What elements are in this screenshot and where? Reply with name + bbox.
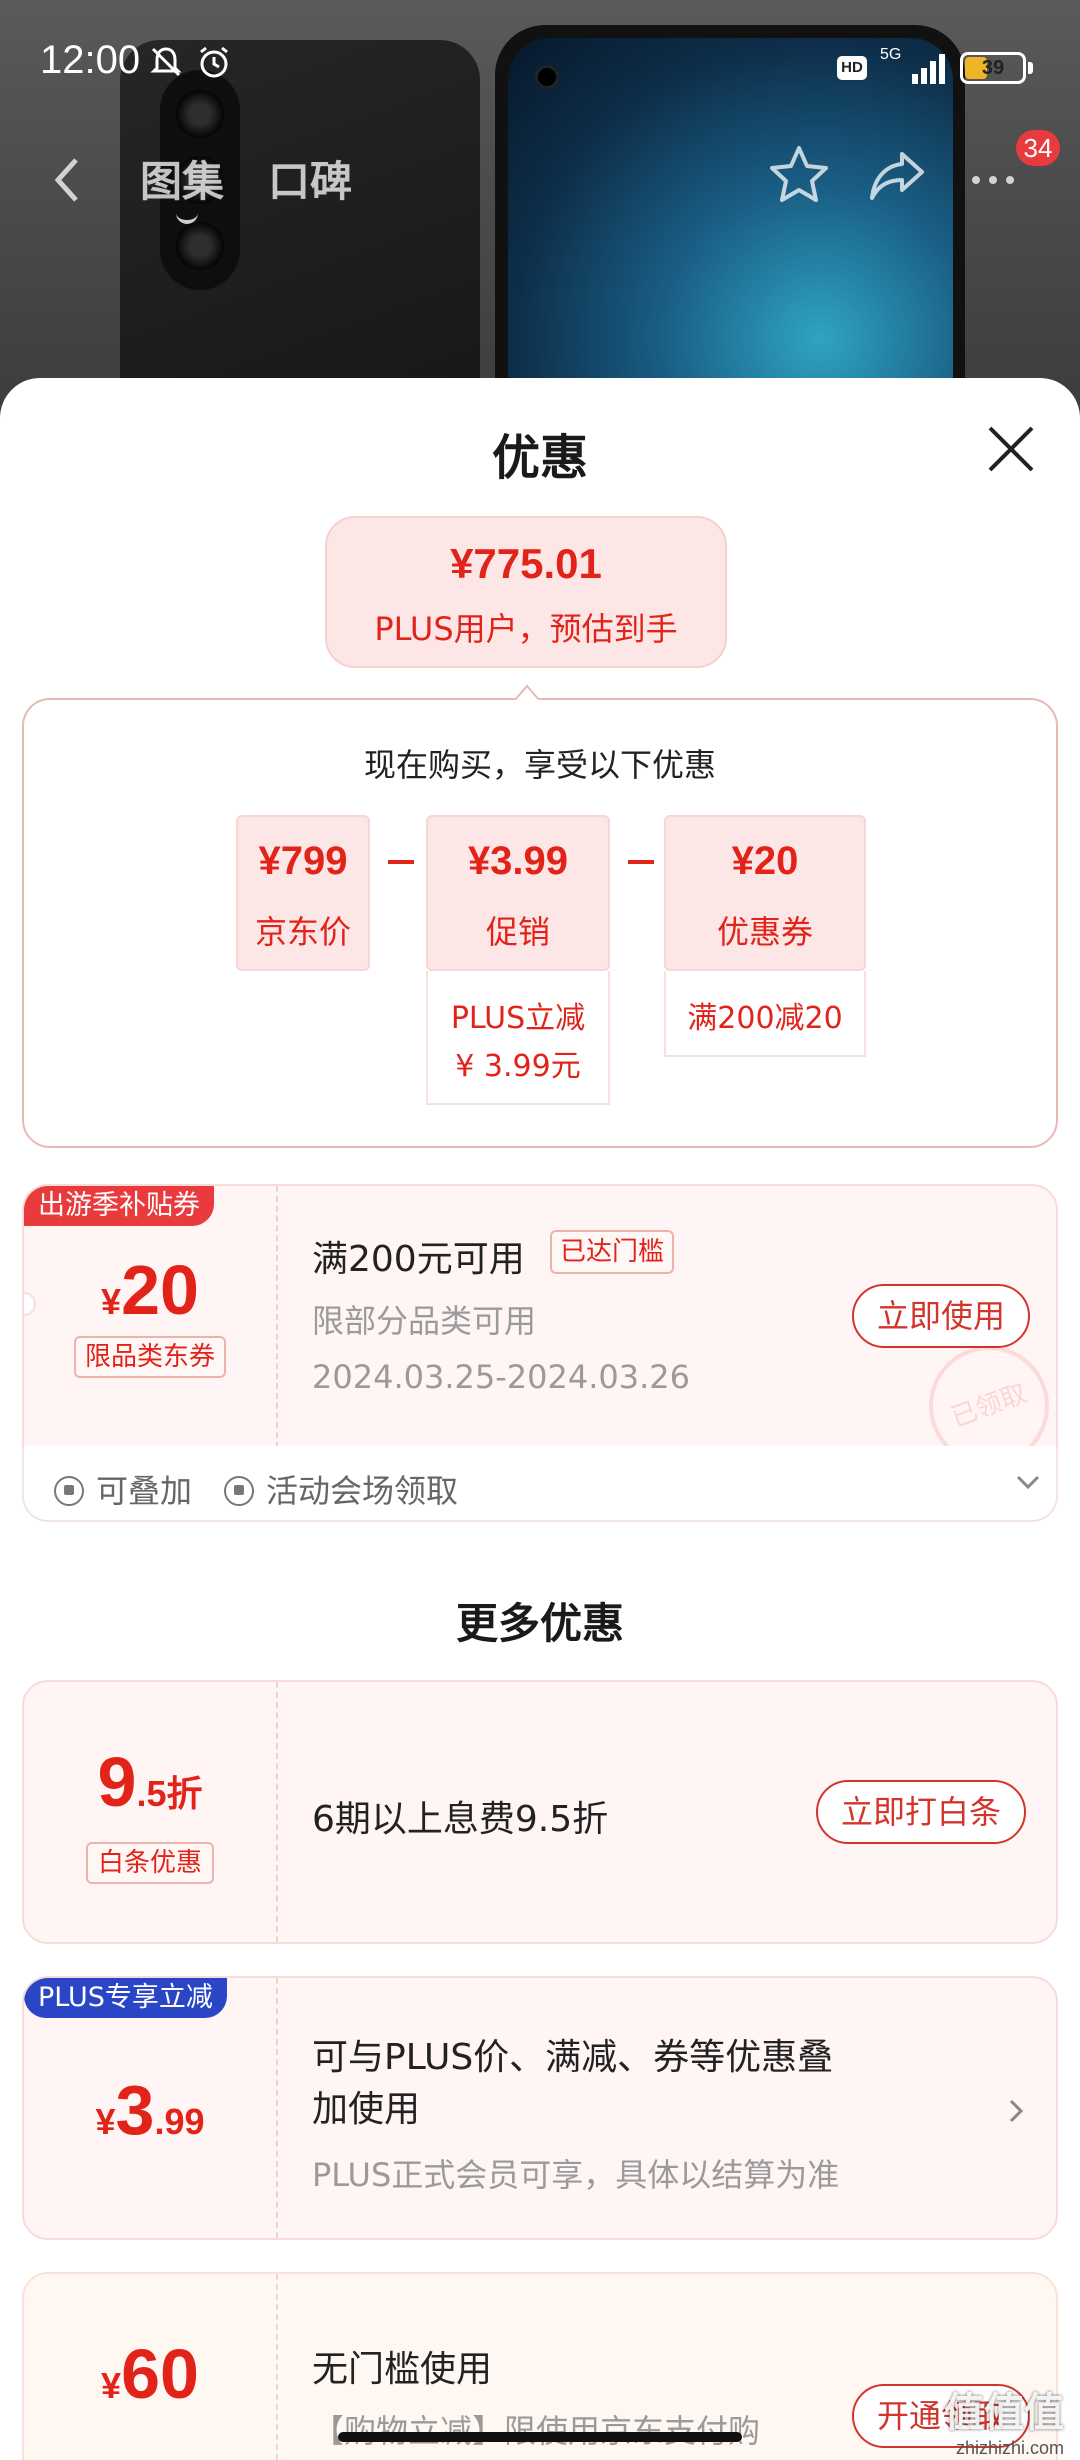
use-baitiao-button[interactable]: 立即打白条 xyxy=(816,1780,1026,1844)
home-indicator[interactable] xyxy=(338,2432,742,2442)
star-favorite-icon[interactable] xyxy=(764,140,834,210)
jd-price-value: ¥799 xyxy=(258,839,348,883)
promotion-value: ¥3.99 xyxy=(467,839,569,883)
coupon-divider xyxy=(276,1978,278,2238)
breakdown-coupon: ¥20 优惠券 xyxy=(664,815,866,971)
breakdown-jd-price: ¥799 京东价 xyxy=(236,815,370,971)
tab-reviews[interactable]: 口碑 xyxy=(268,148,352,209)
coupon-label: 优惠券 xyxy=(716,913,813,951)
coupon-validity: 2024.03.25-2024.03.26 xyxy=(312,1358,690,1396)
signal-icon xyxy=(912,54,945,84)
coupon-divider xyxy=(276,2274,278,2460)
estimated-price-note: PLUS用户，预估到手 xyxy=(374,610,678,648)
top-nav: 图集 口碑 34 xyxy=(0,130,1080,240)
coupon-scope: 限部分品类可用 xyxy=(312,1302,537,1340)
coupon-title: 满200元可用 xyxy=(312,1239,525,1280)
share-icon[interactable] xyxy=(862,140,932,210)
alarm-icon xyxy=(200,46,228,78)
pay-amount: ¥60 xyxy=(24,2334,276,2414)
coupon-tag: 出游季补贴券 xyxy=(24,1186,214,1226)
plus-desc: PLUS正式会员可享，具体以结算为准 xyxy=(312,2156,840,2194)
ticket-icon xyxy=(224,1476,254,1506)
threshold-reached-badge: 已达门槛 xyxy=(550,1230,674,1274)
battery-tip xyxy=(1028,62,1033,74)
price-breakdown: 现在购买，享受以下优惠 ¥799 京东价 ¥3.99 促销 PLUS立减 ¥ 3… xyxy=(22,684,1058,1148)
coupon-detail: 满200减20 xyxy=(664,971,866,1057)
plus-title-line2: 加使用 xyxy=(312,2089,421,2130)
source-info: 活动会场领取 xyxy=(224,1466,458,1512)
watermark-text: 值值值 xyxy=(944,2391,1064,2435)
tab-gallery[interactable]: 图集 xyxy=(140,148,224,224)
notification-badge: 34 xyxy=(1016,130,1060,166)
plus-discount-card[interactable]: PLUS专享立减 ¥3.99 可与PLUS价、满减、券等优惠叠 加使用 PLUS… xyxy=(22,1976,1058,2240)
coupon-footer: 可叠加 活动会场领取 xyxy=(22,1446,1058,1522)
baitiao-type-badge: 白条优惠 xyxy=(86,1842,214,1884)
coupon-divider xyxy=(276,1186,278,1448)
coupon-value: ¥20 xyxy=(731,839,799,883)
plus-tag: PLUS专享立减 xyxy=(24,1978,227,2018)
stack-icon xyxy=(54,1476,84,1506)
pay-desc: 【购物立减】限使用京东支付购 xyxy=(312,2412,761,2450)
currency-symbol: ¥ xyxy=(95,2101,116,2142)
promotion-label: 促销 xyxy=(485,913,550,951)
status-bar: 12:00 HD 5G 39 xyxy=(0,0,1080,130)
use-now-button[interactable]: 立即使用 xyxy=(852,1284,1030,1348)
sheet-title: 优惠 xyxy=(491,430,588,486)
pill-pointer xyxy=(514,684,540,702)
coupon-amount-value: 20 xyxy=(121,1251,199,1329)
baitiao-amount-suffix: .5折 xyxy=(136,1773,203,1814)
stackable-label: 可叠加 xyxy=(96,1472,193,1510)
battery-icon: 39 xyxy=(960,52,1026,84)
baitiao-card[interactable]: 9.5折 白条优惠 6期以上息费9.5折 立即打白条 xyxy=(22,1680,1058,1944)
status-time: 12:00 xyxy=(40,38,141,82)
baitiao-amount: 9.5折 xyxy=(24,1742,276,1822)
watermark-site: zhizhizhi.com xyxy=(955,2438,1064,2458)
estimated-price-pill: ¥775.01 PLUS用户，预估到手 xyxy=(325,516,727,668)
back-arrow-icon[interactable] xyxy=(48,150,88,210)
currency-symbol: ¥ xyxy=(101,2365,122,2406)
promotion-detail: PLUS立减 ¥ 3.99元 xyxy=(426,971,610,1105)
coupon-type-badge: 限品类东券 xyxy=(74,1336,226,1378)
estimated-price: ¥775.01 xyxy=(450,540,602,587)
chevron-right-icon[interactable] xyxy=(1004,2096,1028,2126)
breakdown-promotion: ¥3.99 促销 xyxy=(426,815,610,971)
plus-title-line1: 可与PLUS价、满减、券等优惠叠 xyxy=(312,2037,834,2078)
stackable-info: 可叠加 xyxy=(54,1466,192,1512)
pay-amount-value: 60 xyxy=(121,2335,199,2413)
baitiao-amount-value: 9 xyxy=(97,1743,137,1821)
coupon-amount: ¥20 xyxy=(24,1250,276,1330)
pay-title: 无门槛使用 xyxy=(312,2349,493,2390)
currency-symbol: ¥ xyxy=(101,1281,122,1322)
jd-price-label: 京东价 xyxy=(254,913,351,951)
promotion-detail-line1: PLUS立减 xyxy=(450,1001,586,1036)
battery-level: 39 xyxy=(981,57,1005,79)
coupon-divider xyxy=(276,1682,278,1942)
more-discounts-title: 更多优惠 xyxy=(455,1599,624,1648)
coupon-detail-line1: 满200减20 xyxy=(687,1001,843,1036)
minus-sign xyxy=(628,860,654,864)
plus-amount-int: 3 xyxy=(115,2071,155,2149)
promotion-detail-line2: ¥ 3.99元 xyxy=(455,1049,581,1084)
mute-bell-icon xyxy=(150,47,182,77)
discount-sheet: 优惠 ¥775.01 PLUS用户，预估到手 现在购买，享受以下优惠 ¥799 … xyxy=(0,378,1080,2460)
source-label: 活动会场领取 xyxy=(266,1472,459,1510)
close-icon[interactable] xyxy=(980,418,1042,480)
breakdown-lead: 现在购买，享受以下优惠 xyxy=(363,746,716,784)
watermark: 值值值 zhizhizhi.com xyxy=(884,2380,1064,2459)
minus-sign xyxy=(388,860,414,864)
coupon-card[interactable]: 出游季补贴券 ¥20 限品类东券 满200元可用 已达门槛 限部分品类可用 20… xyxy=(22,1184,1058,1448)
plus-amount: ¥3.99 xyxy=(24,2070,276,2150)
baitiao-title: 6期以上息费9.5折 xyxy=(312,1799,609,1840)
hd-voice-icon: HD xyxy=(837,56,867,80)
plus-amount-dec: .99 xyxy=(154,2101,205,2142)
chevron-down-icon[interactable] xyxy=(1014,1468,1042,1496)
